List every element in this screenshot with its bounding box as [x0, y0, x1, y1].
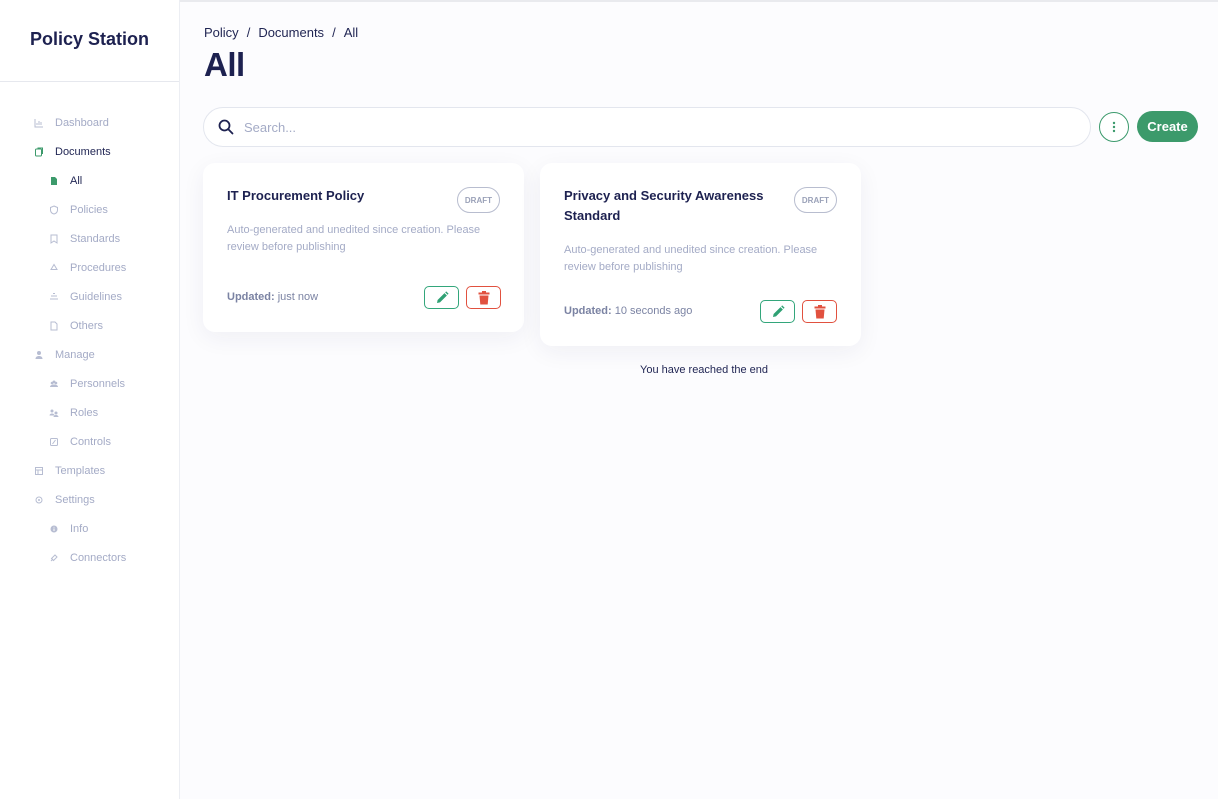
sidebar-item-all[interactable]: All	[0, 166, 180, 195]
delete-button[interactable]	[466, 286, 501, 309]
sidebar-item-label: Guidelines	[70, 290, 122, 303]
document-updated: Updated: 10 seconds ago	[564, 305, 692, 317]
gear-icon	[33, 494, 45, 506]
sidebar-item-roles[interactable]: Roles	[0, 398, 180, 427]
sidebar-item-label: Others	[70, 319, 104, 332]
sidebar-item-label: Dashboard	[55, 116, 109, 129]
sidebar-item-templates[interactable]: Templates	[0, 456, 180, 485]
main-content: Policy / Documents / All All Create IT P…	[180, 0, 1218, 799]
breadcrumb-item-documents[interactable]: Documents	[258, 25, 324, 40]
sidebar-item-standards[interactable]: Standards	[0, 224, 180, 253]
sidebar-nav: Dashboard Documents All Policies Standar…	[0, 108, 180, 572]
sidebar-item-label: Controls	[70, 435, 111, 448]
edit-button[interactable]	[760, 300, 795, 323]
breadcrumb: Policy / Documents / All	[204, 25, 358, 40]
roles-icon	[48, 407, 60, 419]
app-title: Policy Station	[0, 0, 179, 82]
group-icon	[48, 378, 60, 390]
sidebar-item-label: All	[70, 174, 83, 187]
search-icon	[218, 119, 234, 135]
document-title[interactable]: IT Procurement Policy	[227, 186, 442, 206]
breadcrumb-separator: /	[332, 25, 336, 40]
list-end-message: You have reached the end	[640, 364, 769, 376]
sidebar-item-label: Templates	[55, 464, 106, 477]
search-input[interactable]	[244, 119, 1044, 135]
document-updated: Updated: just now	[227, 291, 318, 303]
sidebar-item-label: Documents	[55, 145, 111, 158]
page-title: All	[204, 46, 245, 83]
create-button[interactable]: Create	[1137, 111, 1198, 142]
sidebar-item-policies[interactable]: Policies	[0, 195, 180, 224]
delete-button[interactable]	[802, 300, 837, 323]
status-badge: DRAFT	[793, 187, 837, 213]
sidebar-item-label: Connectors	[70, 551, 127, 564]
controls-icon	[48, 436, 60, 448]
breadcrumb-separator: /	[246, 25, 251, 40]
documents-icon	[33, 146, 45, 158]
person-icon	[33, 349, 45, 361]
document-description: Auto-generated and unedited since creati…	[227, 224, 481, 253]
sidebar-item-documents[interactable]: Documents	[0, 137, 180, 166]
sidebar-item-label: Info	[70, 522, 89, 535]
status-badge: DRAFT	[456, 187, 500, 213]
page-icon	[48, 320, 60, 332]
sidebar: Policy Station Dashboard Documents All P…	[0, 0, 180, 799]
trash-icon	[478, 290, 489, 304]
more-vertical-icon	[1112, 121, 1116, 133]
sidebar-item-controls[interactable]: Controls	[0, 427, 180, 456]
sidebar-item-label: Personnels	[70, 377, 126, 390]
guidelines-icon	[48, 291, 60, 303]
trash-icon	[814, 304, 825, 318]
plug-icon	[48, 552, 60, 564]
info-icon	[48, 523, 60, 535]
bookmark-icon	[48, 233, 60, 245]
breadcrumb-item-policy[interactable]: Policy	[204, 25, 239, 40]
templates-icon	[33, 465, 45, 477]
file-icon	[48, 175, 60, 187]
document-title[interactable]: Privacy and Security Awareness Standard	[564, 186, 779, 226]
sidebar-item-manage[interactable]: Manage	[0, 340, 180, 369]
shield-icon	[48, 204, 60, 216]
sidebar-item-label: Standards	[70, 232, 121, 245]
sidebar-item-label: Procedures	[70, 261, 127, 274]
sidebar-item-label: Roles	[70, 406, 99, 419]
edit-button[interactable]	[424, 286, 459, 309]
chart-icon	[33, 117, 45, 129]
search-bar	[203, 107, 1091, 147]
sidebar-item-settings[interactable]: Settings	[0, 485, 180, 514]
sidebar-item-label: Manage	[55, 348, 95, 361]
updated-value: just now	[277, 291, 319, 303]
recycle-icon	[48, 262, 60, 274]
updated-label: Updated:	[227, 291, 275, 303]
breadcrumb-item-all: All	[343, 25, 359, 40]
sidebar-item-others[interactable]: Others	[0, 311, 180, 340]
document-description: Auto-generated and unedited since creati…	[564, 244, 818, 273]
sidebar-item-label: Settings	[55, 493, 95, 506]
pencil-icon	[436, 290, 449, 303]
updated-label: Updated:	[564, 305, 612, 317]
sidebar-item-label: Policies	[70, 203, 108, 216]
sidebar-item-personnels[interactable]: Personnels	[0, 369, 180, 398]
document-card[interactable]: IT Procurement Policy DRAFT Auto-generat…	[203, 163, 524, 332]
sidebar-item-connectors[interactable]: Connectors	[0, 543, 180, 572]
sidebar-item-dashboard[interactable]: Dashboard	[0, 108, 180, 137]
sidebar-item-procedures[interactable]: Procedures	[0, 253, 180, 282]
sidebar-item-guidelines[interactable]: Guidelines	[0, 282, 180, 311]
updated-value: 10 seconds ago	[614, 305, 693, 317]
pencil-icon	[772, 304, 785, 317]
more-options-button[interactable]	[1099, 112, 1129, 142]
sidebar-item-info[interactable]: Info	[0, 514, 180, 543]
document-card[interactable]: Privacy and Security Awareness Standard …	[540, 163, 861, 346]
